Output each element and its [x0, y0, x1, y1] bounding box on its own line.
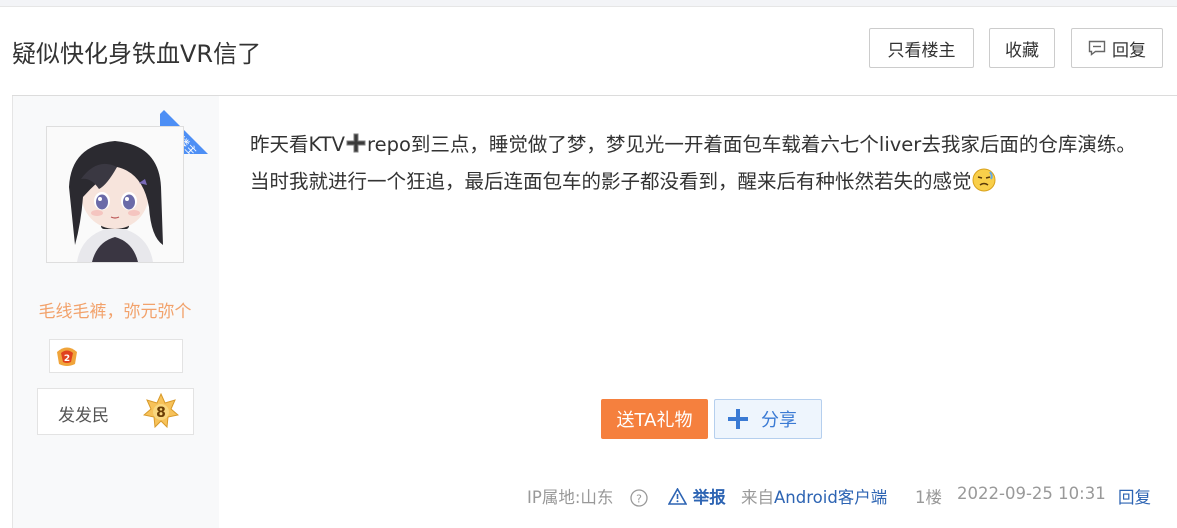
warning-icon — [667, 487, 688, 505]
post-time: 2022-09-25 10:31 — [957, 484, 1106, 503]
send-gift-button[interactable]: 送TA礼物 — [601, 399, 708, 439]
plus-icon — [728, 409, 748, 429]
level-number: 8 — [156, 405, 166, 421]
share-button-label: 分享 — [761, 410, 797, 431]
avatar-illustration — [47, 127, 183, 262]
help-icon[interactable]: ? — [630, 487, 648, 509]
svg-text:?: ? — [636, 493, 642, 506]
badge-box: 2 — [49, 339, 183, 373]
ip-location: IP属地:山东 — [527, 488, 614, 507]
report-label: 举报 — [692, 488, 726, 507]
only-op-button[interactable]: 只看楼主 — [869, 28, 974, 68]
floor-number: 1楼 — [915, 488, 942, 507]
level-title: 发发民 — [58, 406, 109, 426]
plus-emoji-icon — [346, 133, 366, 153]
client-link[interactable]: Android客户端 — [774, 488, 887, 507]
comment-icon — [1088, 40, 1106, 56]
svg-text:2: 2 — [64, 354, 70, 364]
post-text-a: 昨天看KTV — [250, 133, 346, 156]
achievement-badge-icon[interactable]: 2 — [54, 344, 80, 368]
report-link[interactable]: 举报 — [667, 484, 726, 507]
avatar[interactable] — [46, 126, 184, 263]
share-button[interactable]: 分享 — [714, 399, 822, 439]
reply-button[interactable]: 回复 — [1071, 28, 1163, 68]
sad-face-emoji-icon — [972, 168, 996, 192]
floor-reply-link[interactable]: 回复 — [1118, 484, 1151, 507]
level-star-icon: 8 — [143, 393, 179, 429]
favorite-button[interactable]: 收藏 — [989, 28, 1055, 68]
level-box[interactable]: 发发民 8 — [37, 388, 194, 435]
reply-button-label: 回复 — [1112, 40, 1146, 61]
client-source: 来自Android客户端 — [741, 484, 887, 507]
author-name[interactable]: 毛线毛裤，弥元弥个 — [12, 297, 218, 322]
post-text-b: repo到三点，睡觉做了梦，梦见光一开着面包车载着六七个liver去我家后面的仓… — [250, 133, 1136, 193]
post-title: 疑似快化身铁血VR信了 — [12, 40, 262, 68]
client-prefix: 来自 — [741, 488, 774, 507]
post-content: 昨天看KTV repo到三点，睡觉做了梦，梦见光一开着面包车载着六七个liver去… — [250, 126, 1150, 200]
